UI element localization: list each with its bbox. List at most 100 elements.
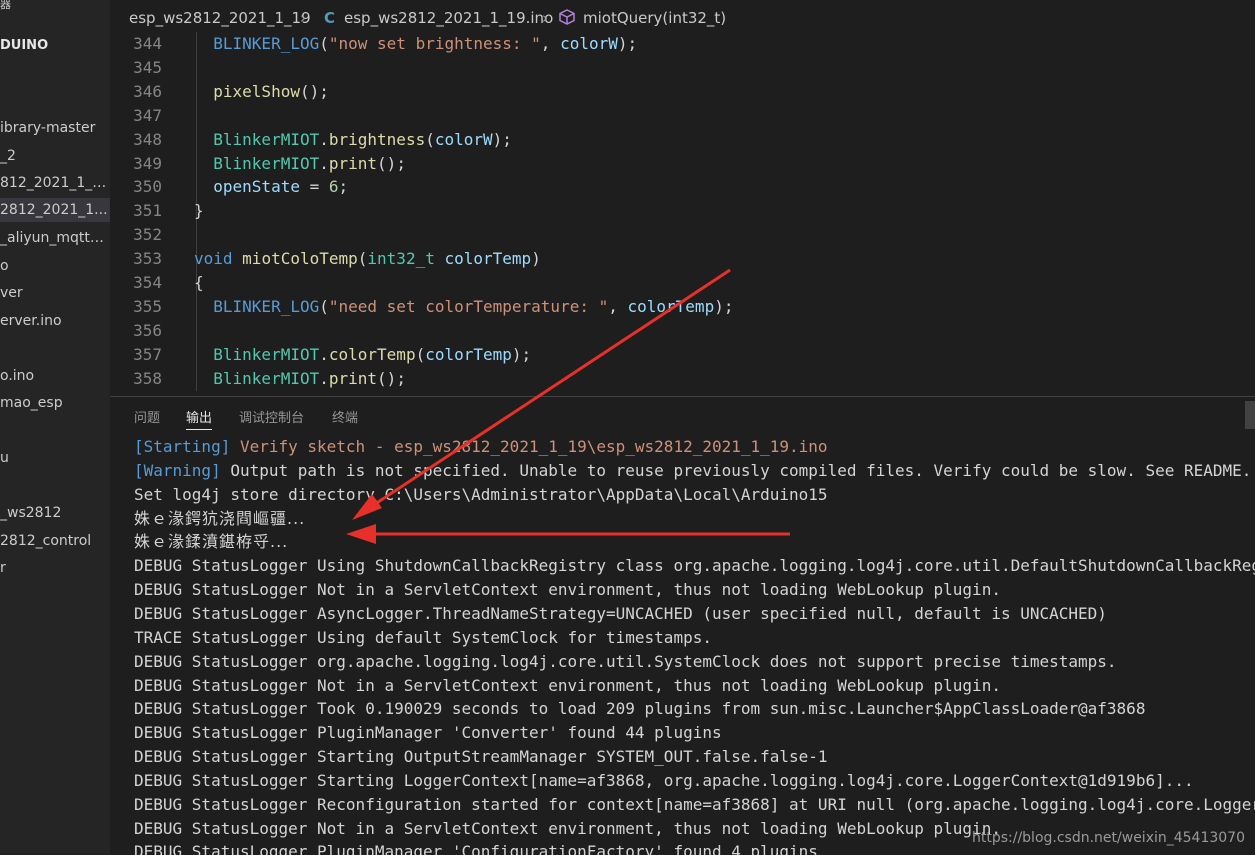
- code-token: brightness: [328, 129, 426, 149]
- code-line[interactable]: 345: [110, 55, 1255, 80]
- code-text: BLINKER_LOG("need set colorTemperature: …: [194, 295, 733, 319]
- code-token: colorW: [560, 34, 618, 53]
- starting-tag: [Starting]: [134, 437, 231, 456]
- code-text: BLINKER_LOG("now set brightness: ", colo…: [194, 32, 637, 56]
- code-line[interactable]: 356: [110, 318, 1255, 343]
- code-token: ();: [377, 368, 406, 388]
- code-token: {: [194, 273, 204, 292]
- code-token: int32_t: [367, 249, 435, 269]
- breadcrumb-symbol[interactable]: miotQuery(int32_t): [583, 9, 726, 27]
- output-text: Verify sketch - esp_ws2812_2021_1_19\esp…: [230, 437, 828, 456]
- sidebar-item[interactable]: u: [0, 446, 110, 470]
- output-line: DEBUG StatusLogger AsyncLogger.ThreadNam…: [134, 603, 1107, 623]
- code-token: (: [415, 344, 426, 364]
- breadcrumb-folder[interactable]: esp_ws2812_2021_1_19: [129, 9, 311, 27]
- code-token: );: [492, 129, 512, 149]
- code-line[interactable]: 348 BlinkerMIOT.brightness(colorW);: [110, 127, 1255, 152]
- sidebar-item[interactable]: erver.ino: [0, 309, 110, 333]
- code-line[interactable]: 349 BlinkerMIOT.print();: [110, 151, 1255, 176]
- scrollbar-thumb[interactable]: [1245, 401, 1255, 429]
- code-token: "need set colorTemperature: ": [328, 296, 609, 316]
- line-number: 352: [133, 225, 162, 245]
- sidebar-item[interactable]: _2: [0, 144, 110, 168]
- output-line: DEBUG StatusLogger Not in a ServletConte…: [134, 818, 1001, 838]
- output-line: DEBUG StatusLogger PluginManager 'Config…: [134, 842, 818, 855]
- panel-tab[interactable]: 调试控制台: [239, 407, 304, 426]
- code-token: ();: [377, 153, 406, 173]
- panel-tab[interactable]: 终端: [332, 407, 358, 426]
- line-number: 353: [133, 249, 162, 269]
- indent-guide: [196, 223, 197, 248]
- code-token: BLINKER_LOG: [194, 34, 320, 53]
- cube-icon: [558, 8, 576, 30]
- output-line: TRACE StatusLogger Using default SystemC…: [134, 627, 712, 647]
- line-number: 348: [133, 129, 162, 149]
- code-text: openState = 6;: [194, 175, 348, 199]
- code-token: }: [194, 201, 204, 221]
- output-line: DEBUG StatusLogger Not in a ServletConte…: [134, 675, 1001, 695]
- output-text: Output path is not specified. Unable to …: [220, 460, 1252, 480]
- code-token: void: [194, 249, 233, 269]
- indent-guide: [196, 55, 197, 80]
- code-line[interactable]: 347: [110, 103, 1255, 128]
- sidebar-item[interactable]: 2812_2021_1...: [0, 198, 110, 222]
- code-line[interactable]: 351}: [110, 199, 1255, 224]
- code-text: BlinkerMIOT.colorTemp(colorTemp);: [194, 343, 531, 367]
- code-token: colorTemp: [444, 249, 532, 269]
- code-token: print: [328, 153, 378, 173]
- code-text: BlinkerMIOT.print();: [194, 367, 406, 391]
- breadcrumb-file[interactable]: esp_ws2812_2021_1_19.ino: [344, 9, 553, 27]
- sidebar-item[interactable]: _aliyun_mqtt_...: [0, 226, 110, 250]
- code-line[interactable]: 346 pixelShow();: [110, 79, 1255, 104]
- code-token: );: [714, 296, 734, 316]
- chevron-right-icon: ›: [542, 9, 548, 27]
- panel-tab[interactable]: 输出: [186, 407, 213, 430]
- code-editor[interactable]: esp_ws2812_2021_1_19 › C esp_ws2812_2021…: [110, 0, 1255, 396]
- sidebar-item[interactable]: o: [0, 254, 110, 278]
- sidebar-item[interactable]: _ws2812: [0, 501, 110, 525]
- code-token: colorW: [434, 129, 493, 149]
- code-token: .: [319, 129, 329, 149]
- output-line: DEBUG StatusLogger Reconfiguration start…: [134, 794, 1255, 814]
- line-number: 344: [133, 34, 162, 53]
- code-line[interactable]: 355 BLINKER_LOG("need set colorTemperatu…: [110, 294, 1255, 319]
- sidebar-item[interactable]: ver: [0, 281, 110, 305]
- code-token: ;: [338, 177, 349, 197]
- code-line[interactable]: 354 {: [110, 271, 1255, 295]
- code-token: ,: [608, 296, 628, 316]
- code-token: );: [617, 34, 638, 53]
- code-text: }: [194, 199, 204, 223]
- sidebar-item[interactable]: 812_2021_1_19: [0, 171, 110, 195]
- sidebar-item[interactable]: ibrary-master: [0, 116, 110, 140]
- code-token: miotColoTemp: [242, 249, 358, 269]
- code-line[interactable]: 350 openState = 6;: [110, 175, 1255, 200]
- output-line: 姝ｅ湪鍔犺浇閰嶇疆...: [134, 508, 306, 528]
- code-line[interactable]: 344 BLINKER_LOG("now set brightness: ", …: [110, 32, 1255, 56]
- panel-tab[interactable]: 问题: [134, 407, 160, 426]
- line-number: 349: [133, 153, 162, 173]
- explorer-section-title[interactable]: DUINO: [0, 38, 48, 53]
- code-token: pixelShow: [194, 81, 300, 101]
- code-token: BLINKER_LOG: [194, 296, 320, 316]
- code-token: .: [319, 153, 329, 173]
- code-text: {: [194, 271, 204, 295]
- code-line[interactable]: 358 BlinkerMIOT.print();: [110, 366, 1255, 391]
- output-line: DEBUG StatusLogger Not in a ServletConte…: [134, 580, 1001, 600]
- code-token: );: [511, 344, 532, 364]
- indent-guide: [196, 318, 197, 343]
- watermark: https://blog.csdn.net/weixin_45413070: [971, 830, 1245, 846]
- sidebar-item[interactable]: 2812_control: [0, 529, 110, 553]
- code-token: BlinkerMIOT: [194, 129, 320, 149]
- line-number: 345: [133, 57, 162, 77]
- sidebar-item[interactable]: o.ino: [0, 364, 110, 388]
- sidebar-item[interactable]: mao_esp: [0, 391, 110, 415]
- output-line: DEBUG StatusLogger Starting OutputStream…: [134, 747, 828, 767]
- cpp-file-icon: C: [324, 9, 336, 27]
- code-line[interactable]: 357 BlinkerMIOT.colorTemp(colorTemp);: [110, 342, 1255, 367]
- code-line[interactable]: 353 void miotColoTemp(int32_t colorTemp): [110, 247, 1255, 272]
- line-number: 354: [133, 273, 162, 292]
- code-line[interactable]: 352: [110, 223, 1255, 248]
- sidebar-item[interactable]: r: [0, 556, 110, 580]
- output-line: DEBUG StatusLogger PluginManager 'Conver…: [134, 723, 722, 743]
